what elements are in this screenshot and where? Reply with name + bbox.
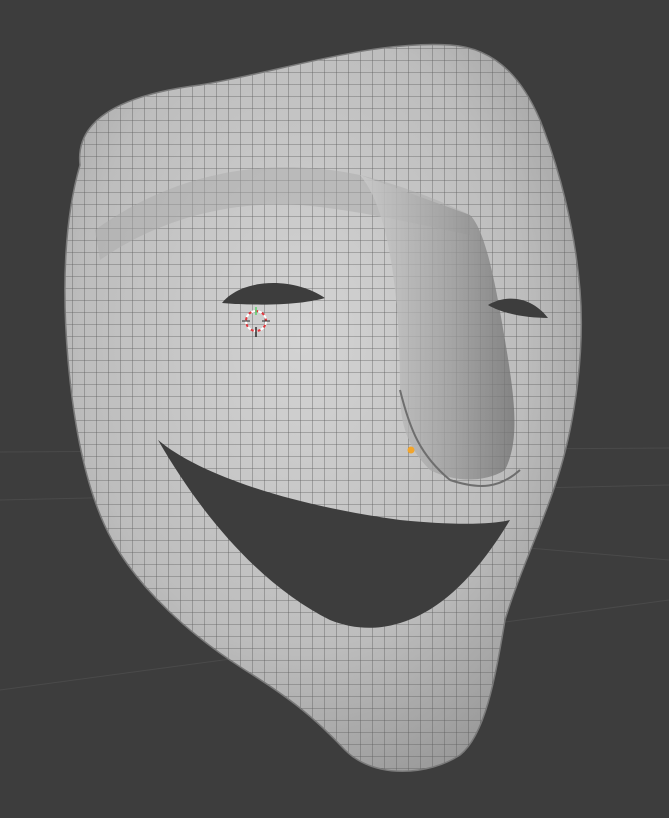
mask-mesh[interactable] (0, 0, 669, 818)
viewport-canvas[interactable] (0, 0, 669, 818)
selected-vertex-icon[interactable] (407, 446, 415, 454)
3d-viewport[interactable] (0, 0, 669, 818)
